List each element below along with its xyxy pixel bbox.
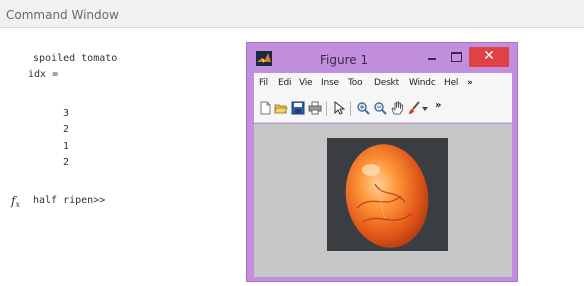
figure-axes-area (254, 124, 512, 277)
menu-window[interactable]: Windc (409, 78, 436, 88)
save-icon[interactable] (291, 101, 305, 115)
brush-icon[interactable] (407, 101, 421, 115)
output-line: 3 (63, 108, 70, 119)
minimize-button[interactable] (421, 47, 443, 67)
command-prompt-line[interactable]: half ripen>> (33, 195, 105, 206)
menu-edit[interactable]: Edi (278, 78, 292, 88)
menu-file[interactable]: Fil (259, 78, 268, 88)
figure-title: Figure 1 (320, 53, 369, 67)
zoom-out-icon[interactable] (373, 101, 387, 115)
close-icon: ✕ (483, 48, 495, 64)
toolbar-overflow-icon[interactable]: » (435, 100, 441, 111)
command-window-title-bar: Command Window (0, 0, 584, 28)
close-button[interactable]: ✕ (469, 47, 509, 67)
output-line: spoiled tomato (33, 53, 118, 64)
figure-window: Figure 1 ✕ Fil Edi Vie Inse Too Deskt Wi… (246, 42, 518, 282)
tomato-photo (327, 138, 448, 251)
fx-icon[interactable]: fx (11, 194, 20, 209)
menu-desktop[interactable]: Deskt (374, 78, 399, 88)
open-file-icon[interactable] (274, 101, 288, 115)
figure-menu-bar: Fil Edi Vie Inse Too Deskt Windc Hel » (254, 73, 512, 95)
command-window-title: Command Window (6, 8, 119, 22)
toolbar-separator (326, 101, 327, 116)
output-line: idx = (28, 69, 59, 80)
figure-title-bar[interactable]: Figure 1 ✕ (247, 43, 517, 73)
output-line: 2 (63, 157, 70, 168)
output-line: 1 (63, 141, 70, 152)
output-line: 2 (63, 124, 70, 135)
figure-toolbar: » (254, 95, 512, 123)
pointer-icon[interactable] (332, 101, 346, 115)
matlab-logo-icon (256, 51, 272, 66)
new-figure-icon[interactable] (258, 101, 272, 115)
menu-tools[interactable]: Too (348, 78, 363, 88)
dropdown-arrow-icon[interactable] (421, 101, 429, 115)
toolbar-separator (350, 101, 351, 116)
zoom-in-icon[interactable] (356, 101, 370, 115)
menu-overflow-icon[interactable]: » (467, 78, 473, 88)
print-icon[interactable] (308, 101, 322, 115)
menu-view[interactable]: Vie (299, 78, 313, 88)
menu-help[interactable]: Hel (444, 78, 458, 88)
tomato-image (327, 138, 448, 251)
menu-insert[interactable]: Inse (321, 78, 339, 88)
maximize-button[interactable] (445, 47, 467, 67)
pan-icon[interactable] (390, 101, 404, 115)
